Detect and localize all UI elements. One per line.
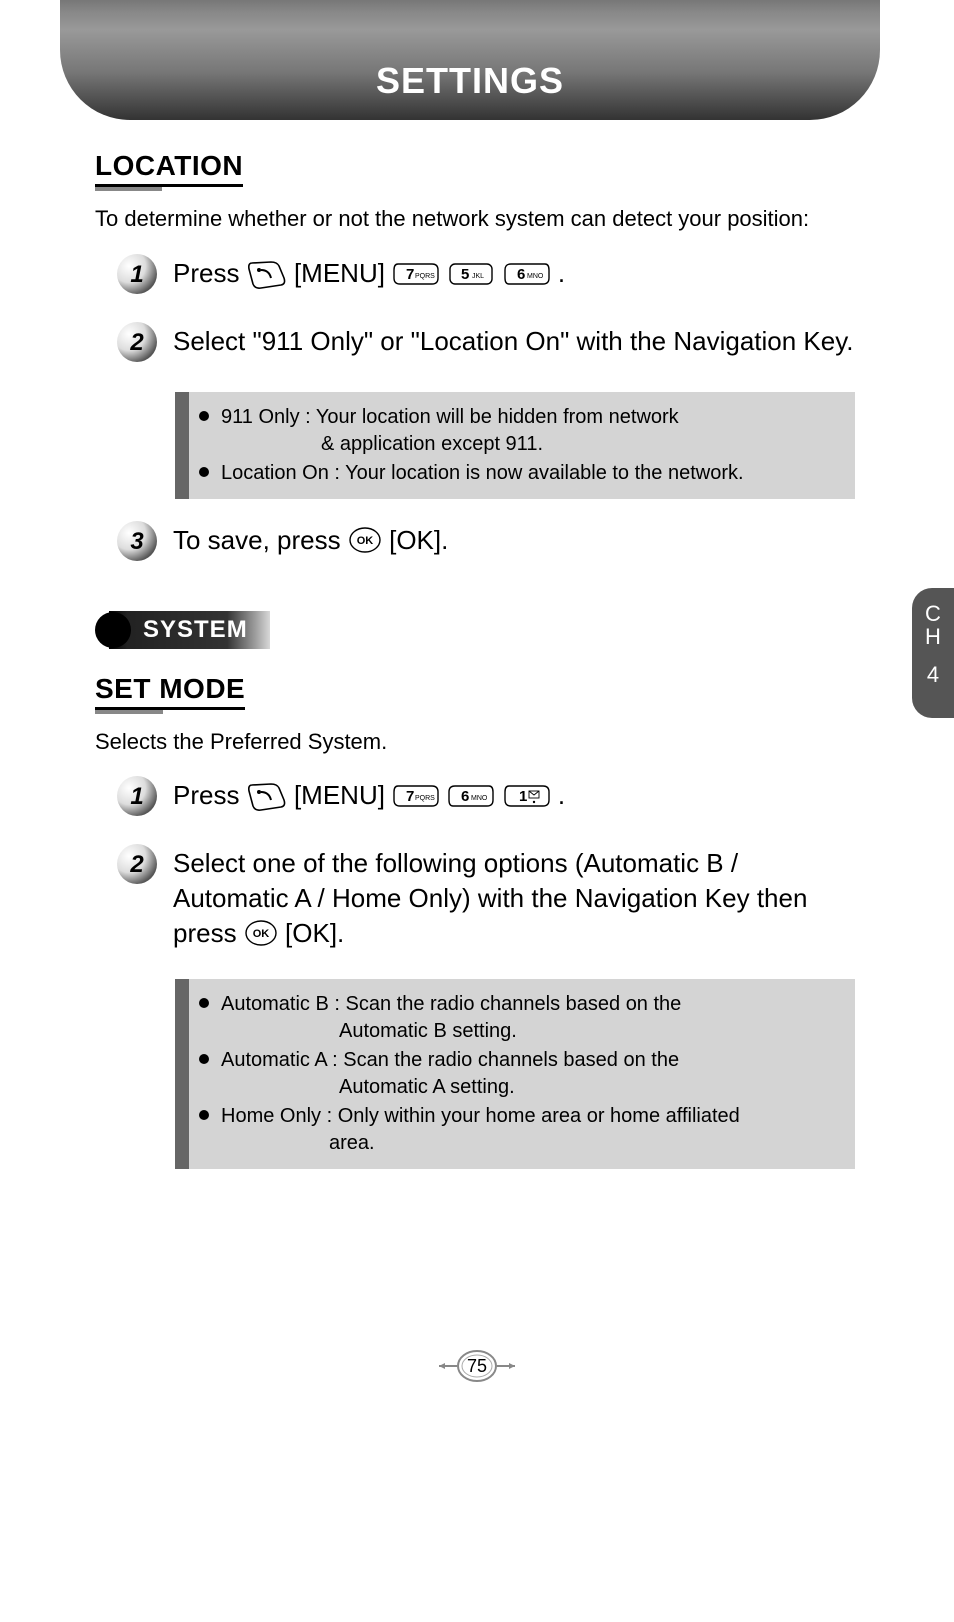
heading-location: LOCATION [95,150,243,187]
heading-setmode: SET MODE [95,673,245,710]
press-label: Press [173,780,239,810]
note-text-cont: Automatic A setting. [221,1074,515,1101]
period: . [558,258,565,288]
location-note-box: 911 Only : Your location will be hidden … [175,392,855,499]
location-step-3: 3 To save, press OK [OK]. [115,523,855,563]
ok-key-icon: OK [244,918,278,948]
page: SETTINGS C H 4 LOCATION To determine whe… [0,0,954,1622]
period: . [558,780,565,810]
note-line: Automatic A : Scan the radio channels ba… [221,1047,841,1101]
svg-text:PQRS: PQRS [415,273,435,280]
note-line: 911 Only : Your location will be hidden … [221,404,841,458]
key-6-icon: 6MNO [447,782,495,810]
svg-text:7: 7 [406,266,414,283]
step-text: Press [MENU] 7PQRS 6MNO 1 . [173,778,855,813]
svg-text:2: 2 [129,329,144,356]
section-location: LOCATION To determine whether or not the… [95,150,855,563]
svg-text:3: 3 [130,528,144,555]
ok-label: [OK]. [389,525,448,555]
setmode-intro: Selects the Preferred System. [95,728,855,757]
menu-label: [MENU] [294,780,385,810]
chapter-tab-c: C [925,602,941,625]
svg-text:1: 1 [130,261,143,288]
svg-text:6: 6 [517,266,525,283]
svg-text:5: 5 [461,266,469,283]
bullet-icon [199,1054,209,1064]
system-dot-icon [95,612,131,648]
page-title: SETTINGS [376,60,564,102]
note-sidebar [175,392,189,499]
step-number-icon: 1 [115,774,159,818]
svg-text:1: 1 [519,788,527,805]
step-text: Press [MENU] 7PQRS 5JKL 6MNO . [173,256,855,291]
menu-label: [MENU] [294,258,385,288]
svg-text:6: 6 [461,788,469,805]
chapter-tab-num: 4 [927,662,939,688]
note-text: Home Only : Only within your home area o… [221,1105,740,1127]
ok-key-icon: OK [348,525,382,555]
bullet-icon [199,1110,209,1120]
note-body: Automatic B : Scan the radio channels ba… [189,979,855,1169]
svg-text:7: 7 [406,788,414,805]
step-number-icon: 1 [115,252,159,296]
note-text-cont: Automatic B setting. [221,1018,517,1045]
section-setmode: SET MODE Selects the Preferred System. 1… [95,673,855,1170]
note-sidebar [175,979,189,1169]
note-text: Automatic B : Scan the radio channels ba… [221,993,681,1015]
page-number: 75 [437,1346,517,1386]
note-text-cont: & application except 911. [221,431,543,458]
key-1-icon: 1 [503,782,551,810]
step-number-icon: 2 [115,842,159,886]
note-line: Home Only : Only within your home area o… [221,1103,841,1157]
setmode-step-1: 1 Press [MENU] 7PQRS 6MNO [115,778,855,818]
press-label: To save, press [173,525,341,555]
svg-text:MNO: MNO [527,273,544,280]
key-7-icon: 7PQRS [392,260,440,288]
svg-text:JKL: JKL [472,273,484,280]
setmode-note-box: Automatic B : Scan the radio channels ba… [175,979,855,1169]
page-number-text: 75 [467,1356,487,1376]
step-text: Select "911 Only" or "Location On" with … [173,324,855,359]
softkey-left-icon [247,780,294,810]
system-tag: SYSTEM [95,611,855,649]
bullet-icon [199,467,209,477]
softkey-left-icon [247,258,294,288]
location-step-1: 1 Press [MENU] 7PQRS 5JKL [115,256,855,296]
bullet-icon [199,411,209,421]
key-7-icon: 7PQRS [392,782,440,810]
step-text: Select one of the following options (Aut… [173,846,855,951]
step-number-icon: 2 [115,320,159,364]
location-intro: To determine whether or not the network … [95,205,855,234]
svg-text:1: 1 [130,783,143,810]
location-step-2: 2 Select "911 Only" or "Location On" wit… [115,324,855,364]
svg-text:PQRS: PQRS [415,795,435,802]
press-label: Press [173,258,239,288]
key-6-icon: 6MNO [503,260,551,288]
note-line: Automatic B : Scan the radio channels ba… [221,991,841,1045]
step-text: To save, press OK [OK]. [173,523,855,558]
chapter-tab-h: H [925,625,941,648]
svg-text:2: 2 [129,851,144,878]
note-body: 911 Only : Your location will be hidden … [189,392,855,499]
note-text-cont: area. [221,1130,375,1157]
ok-label: [OK]. [285,918,344,948]
note-text: 911 Only : Your location will be hidden … [221,406,679,428]
content-area: LOCATION To determine whether or not the… [95,150,855,1193]
note-text: Automatic A : Scan the radio channels ba… [221,1049,679,1071]
system-tag-label: SYSTEM [127,611,270,649]
note-line: Location On : Your location is now avail… [221,460,841,487]
step-number-icon: 3 [115,519,159,563]
svg-text:OK: OK [253,928,270,940]
svg-text:OK: OK [357,535,374,547]
key-5-icon: 5JKL [447,260,495,288]
bullet-icon [199,998,209,1008]
chapter-tab: C H 4 [912,588,954,718]
header-banner: SETTINGS [60,0,880,120]
svg-text:MNO: MNO [471,795,488,802]
setmode-step-2: 2 Select one of the following options (A… [115,846,855,951]
